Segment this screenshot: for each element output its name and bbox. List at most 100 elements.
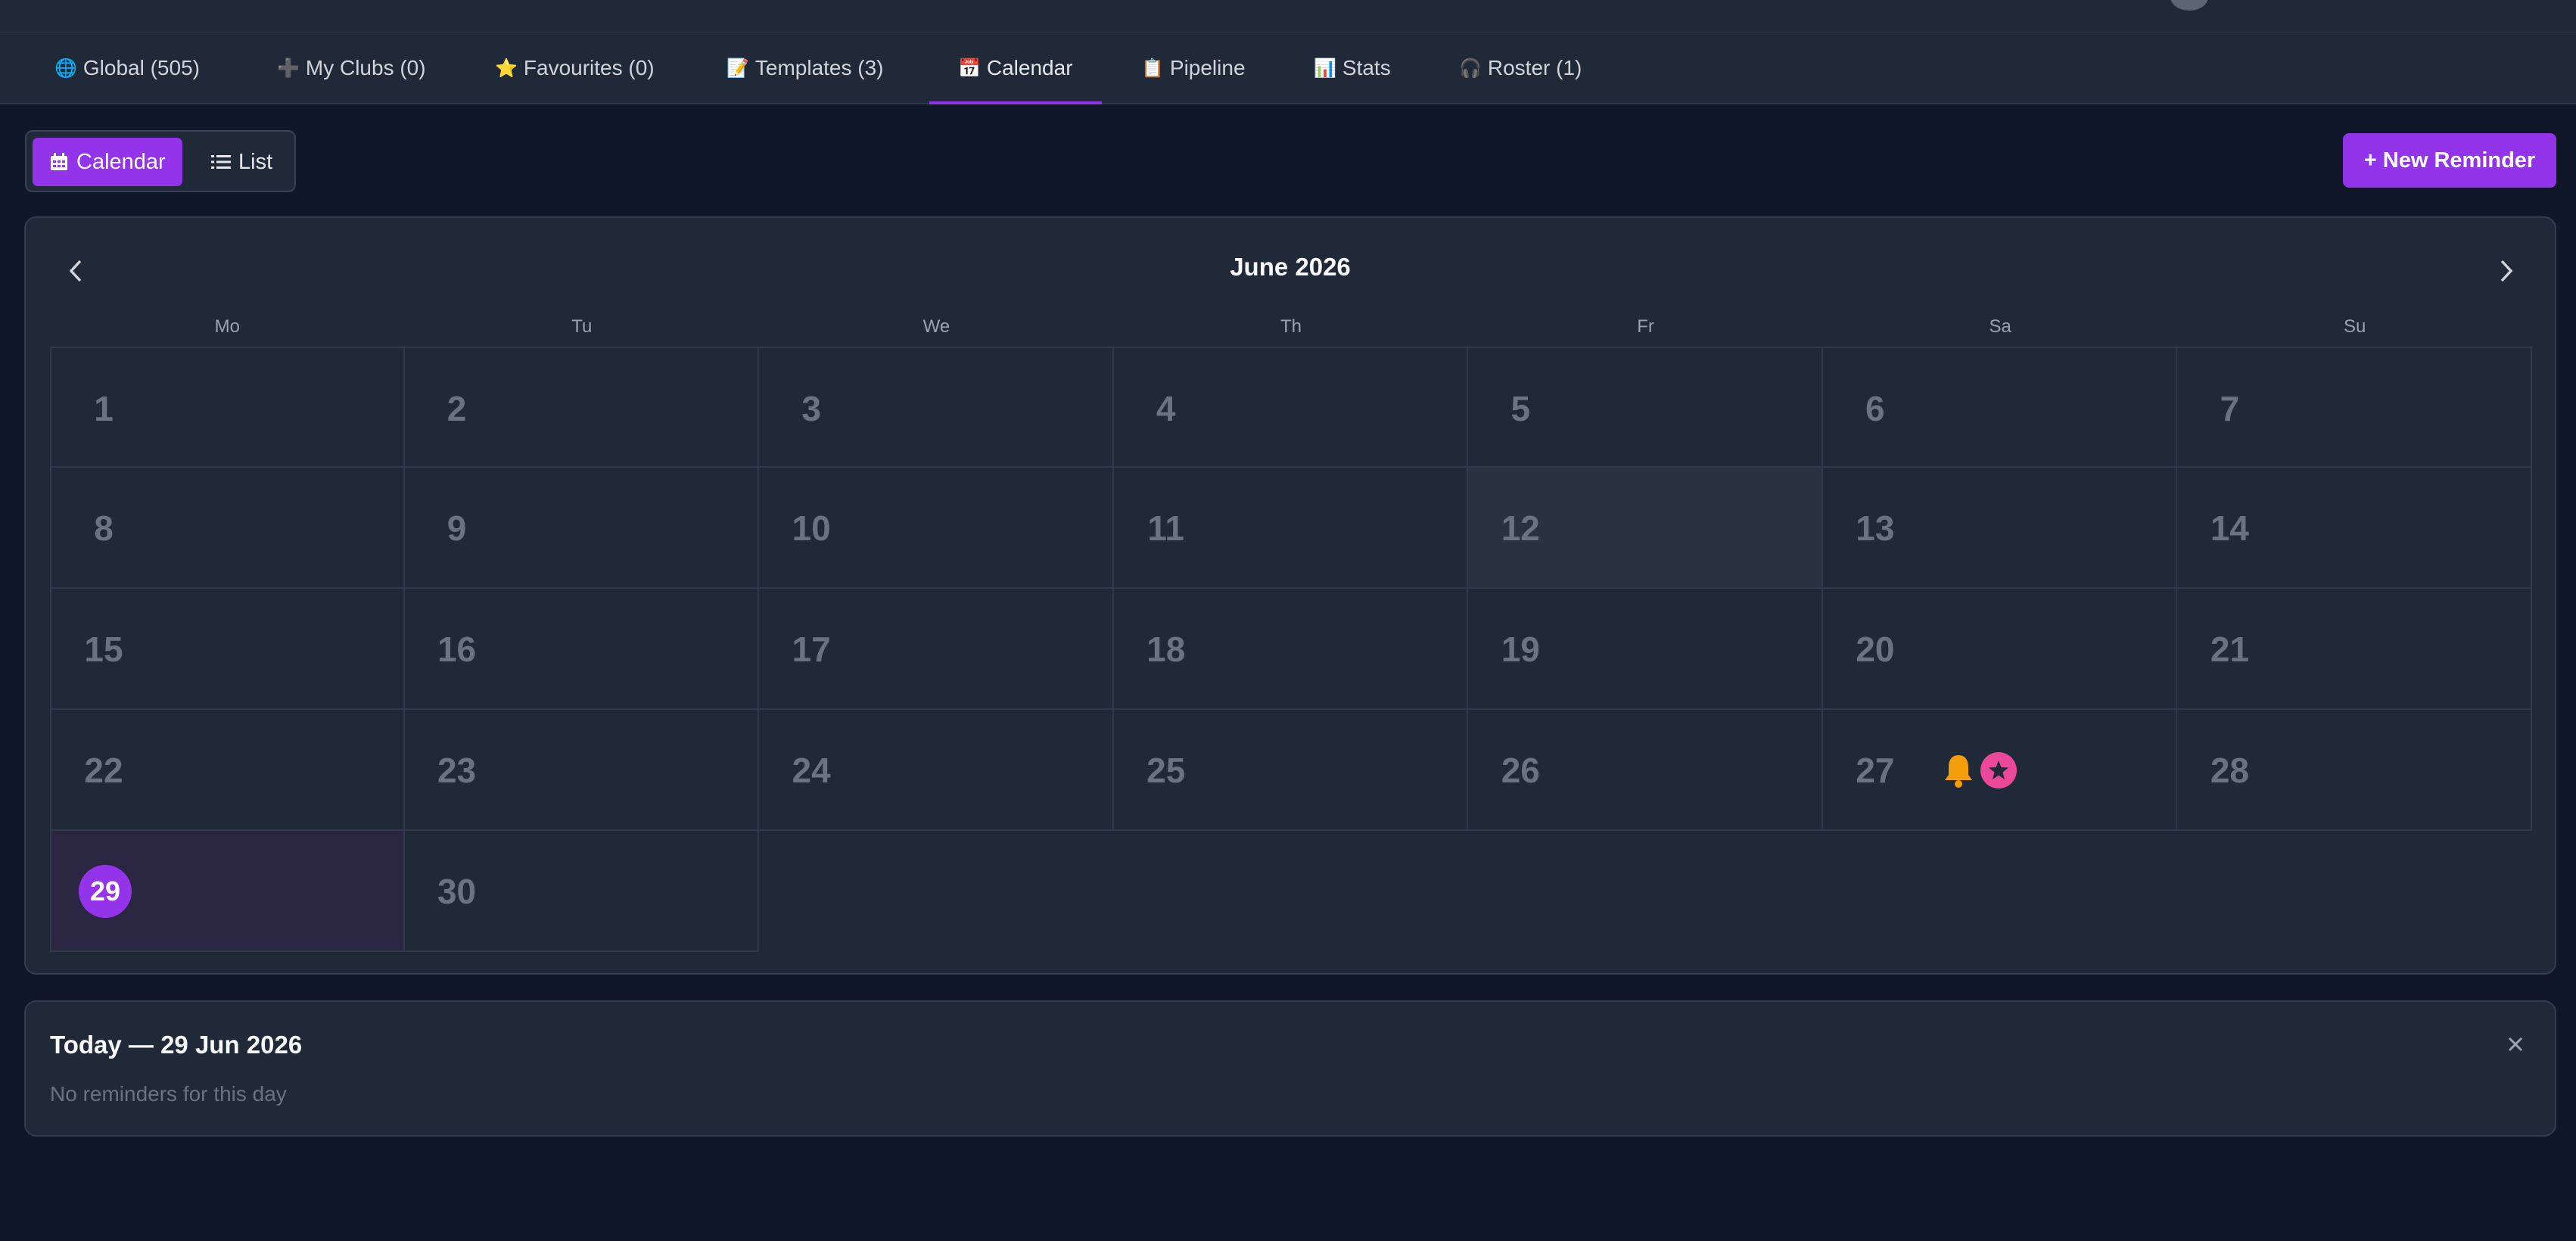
day-cell[interactable]: 21 [2177, 589, 2532, 710]
day-cell[interactable]: 4 [1113, 347, 1469, 468]
day-cell[interactable]: 28 [2177, 710, 2532, 831]
day-detail-panel: Today — 29 Jun 2026 No reminders for thi… [24, 1000, 2556, 1137]
day-number: 4 [1156, 389, 1176, 428]
day-cell[interactable]: 8 [50, 468, 405, 589]
bar-chart-icon: 📊 [1314, 58, 1336, 79]
tab-roster[interactable]: 🎧 Roster (1) [1430, 33, 1610, 103]
day-cell[interactable]: 16 [404, 589, 760, 710]
calendar-view-button[interactable]: Calendar [33, 138, 182, 186]
today-badge: 29 [79, 865, 132, 918]
day-number: 17 [792, 630, 831, 669]
day-number: 18 [1146, 630, 1186, 669]
day-cell[interactable]: 29 [50, 831, 405, 952]
day-number: 10 [792, 509, 831, 548]
day-cell[interactable]: 5 [1468, 347, 1823, 468]
weekday-label: Th [1280, 316, 1302, 337]
weekday-label: Tu [571, 316, 593, 337]
globe-icon: 🌐 [54, 58, 77, 79]
tab-calendar[interactable]: 📅 Calendar [929, 33, 1102, 104]
empty-state-text: No reminders for this day [50, 1082, 287, 1106]
calendar-card: June 2026 Mo Tu We Th Fr Sa Su 1 2 3 4 5 6 7 8 9 10 11 12… [24, 216, 2556, 975]
month-title: June 2026 [1230, 253, 1351, 281]
day-cell[interactable]: 27 [1822, 710, 2178, 831]
day-number: 13 [1856, 509, 1895, 548]
view-toggle: Calendar List [25, 130, 296, 192]
list-icon [211, 155, 231, 169]
day-cell[interactable]: 9 [404, 468, 760, 589]
day-cell[interactable]: 1 [50, 347, 405, 468]
tab-label: Calendar [986, 56, 1073, 79]
avatar[interactable] [2170, 0, 2208, 11]
day-number: 7 [2220, 389, 2240, 428]
tab-bar: 🌐 Global (505) ➕ My Clubs (0) ⭐ Favourit… [0, 33, 2576, 104]
calendar-view-label: Calendar [76, 149, 166, 174]
tab-favourites[interactable]: ⭐ Favourites (0) [466, 33, 683, 103]
tab-global[interactable]: 🌐 Global (505) [26, 33, 229, 103]
tab-label: Global (505) [82, 56, 200, 79]
day-cell[interactable]: 12 [1468, 468, 1823, 589]
close-panel-button[interactable] [2499, 1028, 2532, 1061]
day-cell[interactable]: 25 [1113, 710, 1469, 831]
day-number: 8 [94, 509, 114, 548]
day-number: 25 [1146, 751, 1186, 790]
day-panel-title: Today — 29 Jun 2026 [50, 1031, 303, 1059]
day-number: 23 [437, 751, 477, 790]
tab-templates[interactable]: 📝 Templates (3) [698, 33, 913, 103]
day-number: 1 [94, 389, 114, 428]
calendar-icon: 📅 [958, 58, 981, 79]
weekday-label: Sa [1989, 316, 2011, 337]
day-number: 5 [1510, 389, 1531, 428]
headphones-icon: 🎧 [1459, 58, 1482, 79]
day-cell[interactable]: 13 [1822, 468, 2178, 589]
day-cell[interactable]: 14 [2177, 468, 2532, 589]
tab-pipeline[interactable]: 📋 Pipeline [1112, 33, 1274, 103]
tab-stats[interactable]: 📊 Stats [1285, 33, 1420, 103]
day-number: 11 [1147, 509, 1185, 548]
day-cell[interactable]: 30 [404, 831, 760, 952]
day-number: 30 [437, 872, 477, 911]
calendar-icon [51, 153, 67, 170]
day-cell[interactable]: 20 [1822, 589, 2178, 710]
close-icon [2508, 1037, 2523, 1052]
day-number: 12 [1501, 509, 1540, 548]
day-cell[interactable]: 18 [1113, 589, 1469, 710]
day-number: 9 [446, 509, 467, 548]
day-number: 14 [2210, 509, 2249, 548]
day-cell[interactable]: 19 [1468, 589, 1823, 710]
tab-my-clubs[interactable]: ➕ My Clubs (0) [248, 33, 455, 103]
list-view-button[interactable]: List [194, 138, 289, 186]
plus-icon: ➕ [277, 58, 300, 79]
day-cell[interactable]: 17 [759, 589, 1114, 710]
day-cell[interactable]: 10 [759, 468, 1114, 589]
day-cell[interactable]: 26 [1468, 710, 1823, 831]
weekday-label: We [922, 316, 950, 337]
tab-label: Favourites (0) [523, 56, 655, 79]
bell-icon[interactable] [1941, 752, 1976, 790]
day-cell[interactable]: 15 [50, 589, 405, 710]
weekday-label: Fr [1637, 316, 1654, 337]
tab-label: My Clubs (0) [305, 56, 426, 79]
day-number: 6 [1865, 389, 1885, 428]
day-cell[interactable]: 11 [1113, 468, 1469, 589]
day-number: 28 [2210, 751, 2249, 790]
new-reminder-button[interactable]: + New Reminder [2343, 133, 2556, 188]
day-cell[interactable]: 22 [50, 710, 405, 831]
day-cell[interactable]: 7 [2177, 347, 2532, 468]
list-view-label: List [238, 149, 273, 174]
day-cell[interactable]: 24 [759, 710, 1114, 831]
day-number: 2 [446, 389, 467, 428]
day-number: 3 [801, 389, 821, 428]
calendar-grid: 1 2 3 4 5 6 7 8 9 10 11 12 13 14 15 16 17 18 19 20 21 22 23 24 2… [50, 347, 2532, 952]
day-cell[interactable]: 2 [404, 347, 760, 468]
top-strip [0, 0, 2576, 33]
day-cell[interactable]: 23 [404, 710, 760, 831]
next-month-button[interactable] [2482, 247, 2531, 295]
tab-label: Roster (1) [1487, 56, 1582, 79]
star-badge-icon[interactable] [1980, 752, 2017, 788]
day-cell[interactable]: 3 [759, 347, 1114, 468]
day-number: 26 [1501, 751, 1540, 790]
day-cell[interactable]: 6 [1822, 347, 2178, 468]
day-number: 27 [1856, 751, 1895, 790]
tab-label: Stats [1342, 56, 1391, 79]
day-number: 20 [1856, 630, 1895, 669]
